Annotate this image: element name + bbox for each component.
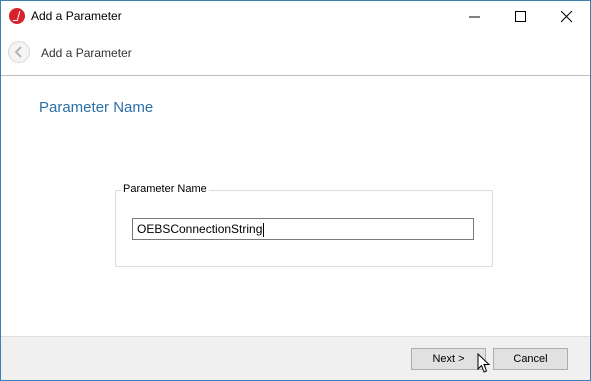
close-button[interactable] xyxy=(544,1,590,32)
text-caret xyxy=(263,222,265,237)
window-title: Add a Parameter xyxy=(31,9,122,23)
next-button[interactable]: Next > xyxy=(411,348,486,370)
dialog-window: Add a Parameter Add a Parameter Paramete… xyxy=(0,0,591,381)
close-icon xyxy=(561,11,573,23)
header-title: Add a Parameter xyxy=(41,46,132,60)
maximize-icon xyxy=(515,11,526,22)
app-logo-icon xyxy=(9,8,25,24)
back-button[interactable] xyxy=(8,41,30,63)
mouse-pointer-icon xyxy=(477,353,490,373)
wizard-header: Add a Parameter xyxy=(1,32,590,76)
parameter-name-input[interactable]: OEBSConnectionString xyxy=(132,218,474,240)
parameter-name-value: OEBSConnectionString xyxy=(137,222,263,236)
maximize-button[interactable] xyxy=(498,1,544,32)
minimize-icon xyxy=(469,16,480,18)
minimize-button[interactable] xyxy=(452,1,498,32)
cancel-button[interactable]: Cancel xyxy=(493,348,568,370)
back-arrow-icon xyxy=(14,46,22,58)
page-title: Parameter Name xyxy=(39,99,154,116)
footer-bar: Next > Cancel xyxy=(1,336,590,380)
title-bar[interactable]: Add a Parameter xyxy=(1,1,590,32)
group-label: Parameter Name xyxy=(121,183,209,195)
